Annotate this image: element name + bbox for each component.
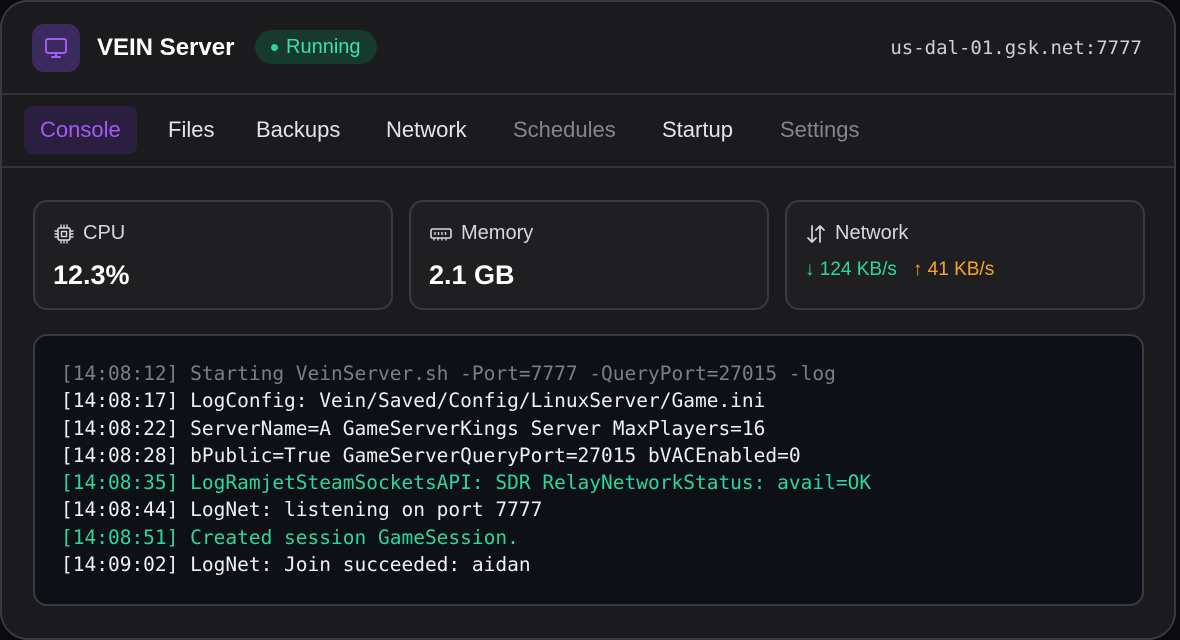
network-card-header: Network	[805, 222, 908, 245]
server-address: us-dal-01.gsk.net:7777	[890, 37, 1142, 59]
monitor-icon	[32, 24, 80, 72]
cpu-value: 12.3%	[53, 260, 130, 290]
download-rate: ↓ 124 KB/s	[805, 259, 897, 280]
transfer-icon	[805, 223, 827, 245]
server-header: VEIN Server Running us-dal-01.gsk.net:77…	[2, 2, 1174, 95]
tab-schedules[interactable]: Schedules	[513, 106, 616, 154]
memory-card: Memory 2.1 GB	[409, 200, 769, 310]
cpu-card: CPU 12.3%	[33, 200, 393, 310]
tab-console[interactable]: Console	[24, 106, 137, 154]
log-line: [14:08:44] LogNet: listening on port 777…	[61, 498, 543, 522]
status-dot-icon	[271, 43, 278, 51]
network-card: Network ↓ 124 KB/s ↑ 41 KB/s	[785, 200, 1145, 310]
log-line: [14:08:22] ServerName=A GameServerKings …	[61, 416, 766, 440]
log-line: [14:09:02] LogNet: Join succeeded: aidan	[61, 553, 531, 577]
server-title: VEIN Server	[97, 34, 235, 61]
network-label: Network	[835, 222, 909, 244]
memory-icon	[429, 223, 453, 245]
cpu-card-header: CPU	[53, 222, 125, 245]
upload-rate: ↑ 41 KB/s	[912, 259, 995, 280]
memory-label: Memory	[461, 222, 534, 244]
memory-value: 2.1 GB	[429, 260, 515, 290]
tab-settings[interactable]: Settings	[780, 106, 860, 154]
log-line: [14:08:51] Created session GameSession.	[61, 525, 519, 549]
log-line: [14:08:17] LogConfig: Vein/Saved/Config/…	[61, 389, 766, 413]
log-line: [14:08:35] LogRamjetSteamSocketsAPI: SDR…	[61, 471, 872, 495]
memory-card-header: Memory	[429, 222, 533, 245]
tab-backups[interactable]: Backups	[256, 106, 340, 154]
cpu-icon	[53, 223, 75, 245]
console-output[interactable]: [14:08:12] Starting VeinServer.sh -Port=…	[33, 334, 1144, 606]
status-badge: Running	[255, 30, 377, 64]
log-line: [14:08:28] bPublic=True GameServerQueryP…	[61, 443, 801, 467]
network-rates: ↓ 124 KB/s ↑ 41 KB/s	[805, 259, 994, 281]
server-panel: VEIN Server Running us-dal-01.gsk.net:77…	[0, 0, 1176, 640]
tab-files[interactable]: Files	[168, 106, 214, 154]
tab-bar: Console Files Backups Network Schedules …	[2, 95, 1174, 168]
tab-startup[interactable]: Startup	[662, 106, 733, 154]
status-label: Running	[286, 36, 361, 58]
cpu-label: CPU	[83, 222, 126, 244]
tab-network[interactable]: Network	[386, 106, 467, 154]
log-line: [14:08:12] Starting VeinServer.sh -Port=…	[61, 362, 836, 385]
